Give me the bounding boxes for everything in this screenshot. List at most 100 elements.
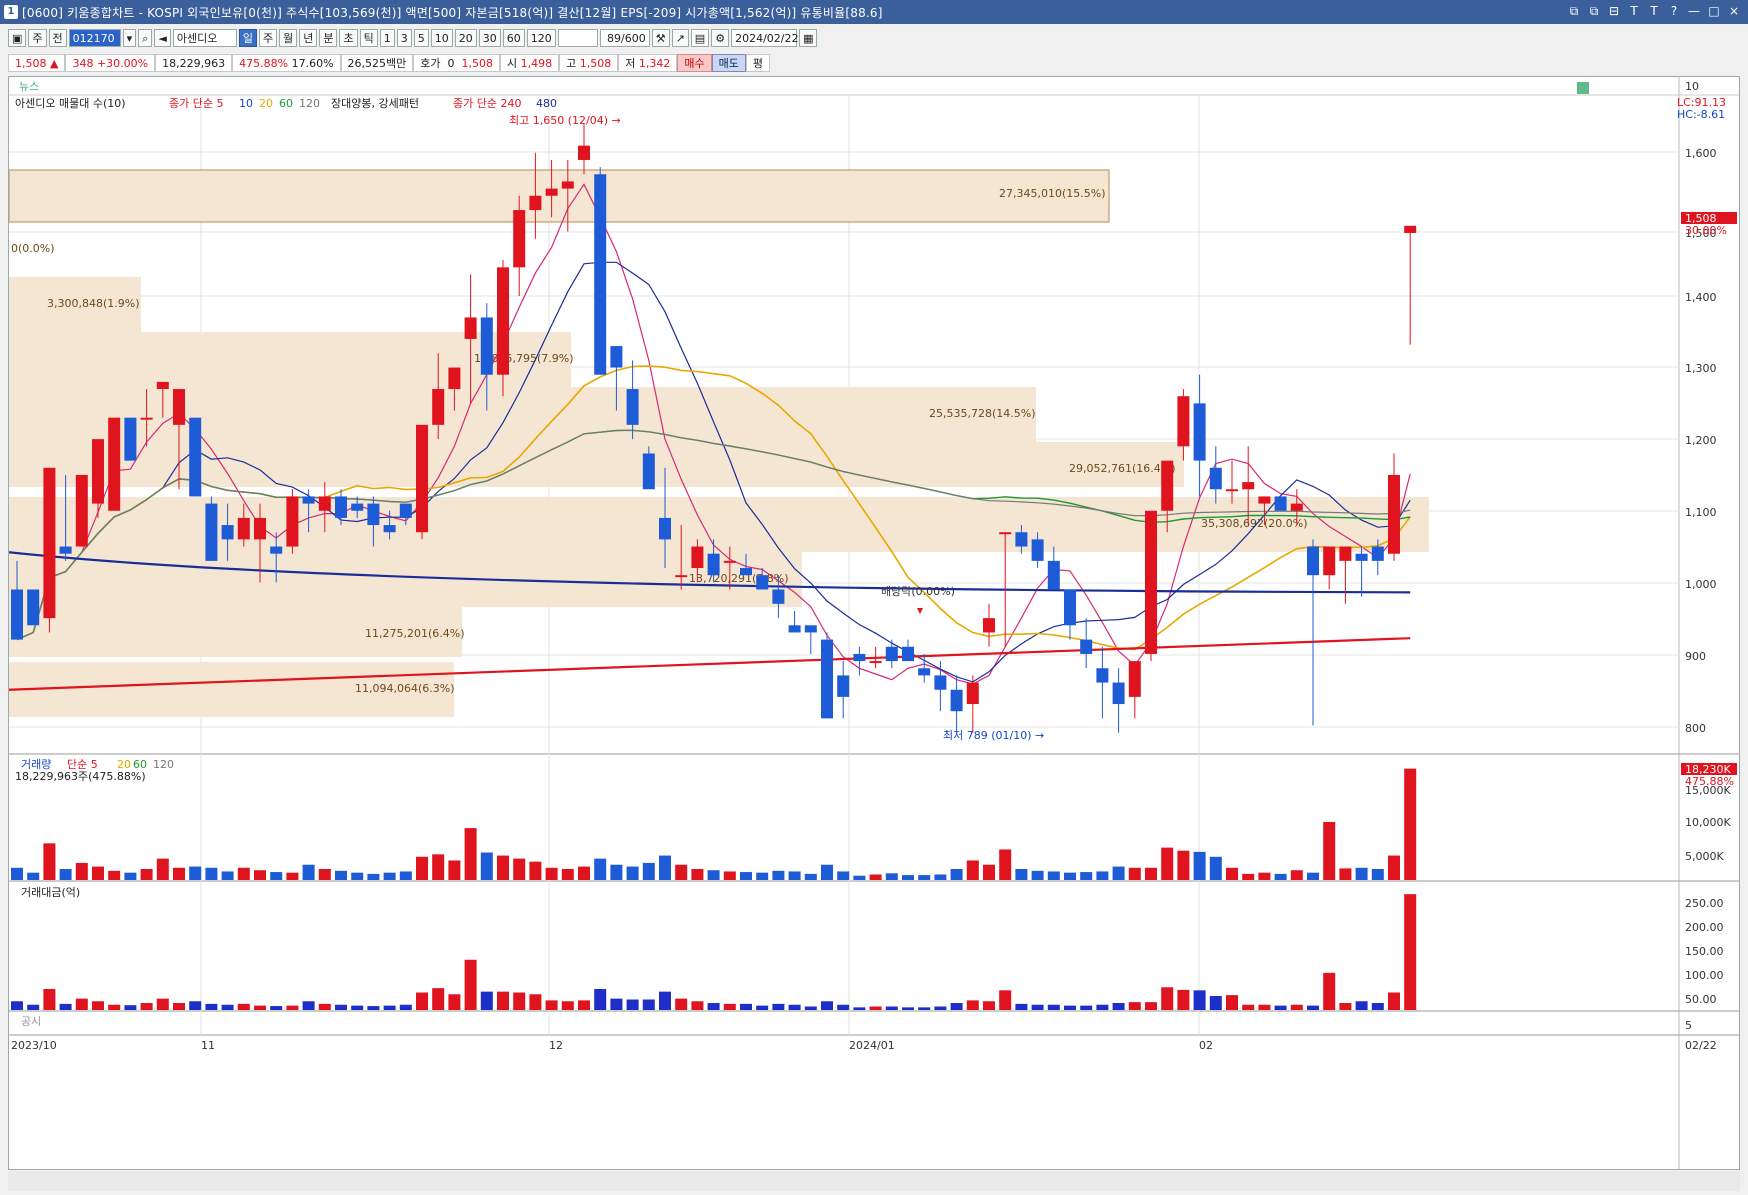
- news-bar[interactable]: [1577, 82, 1589, 94]
- stock-code-input[interactable]: 012170: [68, 29, 121, 47]
- period-minute[interactable]: 분: [319, 29, 338, 47]
- candle-body: [788, 625, 801, 633]
- amount-bar: [335, 1004, 347, 1010]
- amount-bar: [173, 1003, 185, 1010]
- amount-bar: [740, 1003, 752, 1010]
- tools-icon[interactable]: ⚒: [651, 29, 670, 47]
- low-price: 저 1,342: [618, 54, 678, 72]
- amount-bar: [1177, 989, 1190, 1010]
- candle-body: [675, 575, 688, 578]
- buy-button[interactable]: 매수: [677, 54, 712, 72]
- amount-bar: [448, 994, 461, 1010]
- interval-20[interactable]: 20: [454, 29, 477, 47]
- candle-body: [11, 589, 23, 640]
- save-icon[interactable]: ▤: [690, 29, 710, 47]
- period-week[interactable]: 주: [258, 29, 278, 47]
- count-field[interactable]: 89/600: [599, 29, 650, 47]
- avg-button[interactable]: 평: [745, 54, 771, 72]
- minimize-icon[interactable]: —: [1686, 3, 1702, 19]
- period-day[interactable]: 일: [238, 29, 257, 47]
- type-select-1[interactable]: 주: [28, 29, 47, 47]
- period-tick[interactable]: 틱: [359, 29, 378, 47]
- font-icon[interactable]: T: [1626, 3, 1642, 19]
- layout-icon[interactable]: ⊟: [1606, 3, 1622, 19]
- amount-bar: [1388, 992, 1400, 1010]
- svg-text:250.00: 250.00: [1685, 897, 1724, 910]
- sell-button[interactable]: 매도: [711, 54, 746, 72]
- amount-bar: [318, 1003, 331, 1010]
- maximize-icon[interactable]: □: [1706, 3, 1722, 19]
- amount-bar: [1355, 1001, 1368, 1010]
- volume-bar: [885, 873, 898, 880]
- scroll-toolbar[interactable]: [8, 1171, 1740, 1191]
- candle-body: [1080, 639, 1093, 654]
- interval-120[interactable]: 120: [526, 29, 556, 47]
- volume-bar: [918, 875, 931, 880]
- disclosure-label: 공시: [21, 1015, 41, 1028]
- code-dropdown-icon[interactable]: ▾: [122, 29, 137, 47]
- amount-bar: [43, 989, 56, 1010]
- profile-label: 35,308,692(20.0%): [1201, 517, 1308, 530]
- price-change: 348 +30.00%: [65, 54, 156, 72]
- volume-bar: [1015, 869, 1028, 880]
- interval-30[interactable]: 30: [478, 29, 501, 47]
- search-icon[interactable]: ⌕: [138, 29, 153, 47]
- volume-bar: [75, 862, 88, 880]
- amount-bar: [626, 999, 639, 1010]
- volume-value: 18,229,963주(475.88%): [15, 770, 146, 783]
- link-icon[interactable]: ⧉: [1566, 3, 1582, 19]
- volume-bar: [837, 871, 850, 880]
- period-second[interactable]: 초: [339, 29, 358, 47]
- date-input[interactable]: 2024/02/22: [731, 29, 798, 47]
- close-icon[interactable]: ×: [1726, 3, 1742, 19]
- text-icon[interactable]: T: [1646, 3, 1662, 19]
- layout-button[interactable]: ▣: [8, 29, 27, 47]
- volume-bar: [691, 869, 704, 880]
- amount-bar: [237, 1003, 250, 1010]
- period-month[interactable]: 월: [279, 29, 298, 47]
- candle-body: [1404, 225, 1417, 233]
- restore-icon[interactable]: ⧉: [1586, 3, 1602, 19]
- calendar-icon[interactable]: ▦: [799, 29, 818, 47]
- interval-3[interactable]: 3: [396, 29, 412, 47]
- candle-body: [335, 496, 347, 518]
- stock-name-field[interactable]: 아센디오: [172, 29, 237, 47]
- draw-icon[interactable]: ↗: [671, 29, 689, 47]
- help-icon[interactable]: ?: [1666, 3, 1682, 19]
- amount-bar: [416, 992, 428, 1010]
- price-chart-svg[interactable]: 27,345,010(15.5%) 0(0.0%) 3,300,848(1.9%) 1…: [8, 77, 1739, 1169]
- volume-bar: [1112, 866, 1125, 880]
- svg-text:2024/01: 2024/01: [849, 1039, 895, 1052]
- volume-bar: [318, 869, 331, 880]
- amount-bar: [59, 1003, 72, 1010]
- amount-bar: [1064, 1005, 1076, 1010]
- interval-5[interactable]: 5: [413, 29, 429, 47]
- gear-icon[interactable]: ⚙: [711, 29, 730, 47]
- period-year[interactable]: 년: [299, 29, 318, 47]
- legend-ma480: 480: [536, 97, 557, 110]
- candle-body: [1064, 589, 1076, 626]
- amount-bar: [885, 1006, 898, 1010]
- volume-profile: 27,345,010(15.5%) 0(0.0%) 3,300,848(1.9%) 1…: [8, 169, 1429, 717]
- candle-body: [529, 195, 542, 211]
- chart-area[interactable]: 27,345,010(15.5%) 0(0.0%) 3,300,848(1.9%) 1…: [8, 76, 1740, 1170]
- amount-bar: [707, 1003, 720, 1010]
- candle-body: [934, 675, 947, 690]
- sound-icon[interactable]: ◄: [154, 29, 171, 47]
- interval-60[interactable]: 60: [502, 29, 525, 47]
- candle-body: [918, 668, 931, 676]
- candle-body: [156, 381, 169, 390]
- amount-bar: [302, 1001, 315, 1010]
- amount-bar: [351, 1005, 364, 1010]
- volume-bar: [286, 872, 299, 880]
- interval-1[interactable]: 1: [379, 29, 395, 47]
- amount-bar: [497, 991, 509, 1010]
- candle-body: [1274, 496, 1287, 511]
- interval-10[interactable]: 10: [430, 29, 453, 47]
- amount-bar: [675, 998, 688, 1010]
- volume-bar: [464, 828, 477, 880]
- interval-custom-input[interactable]: [557, 29, 598, 47]
- volume-bar: [902, 875, 914, 880]
- amount-bar: [966, 1000, 979, 1010]
- type-select-2[interactable]: 전: [48, 29, 67, 47]
